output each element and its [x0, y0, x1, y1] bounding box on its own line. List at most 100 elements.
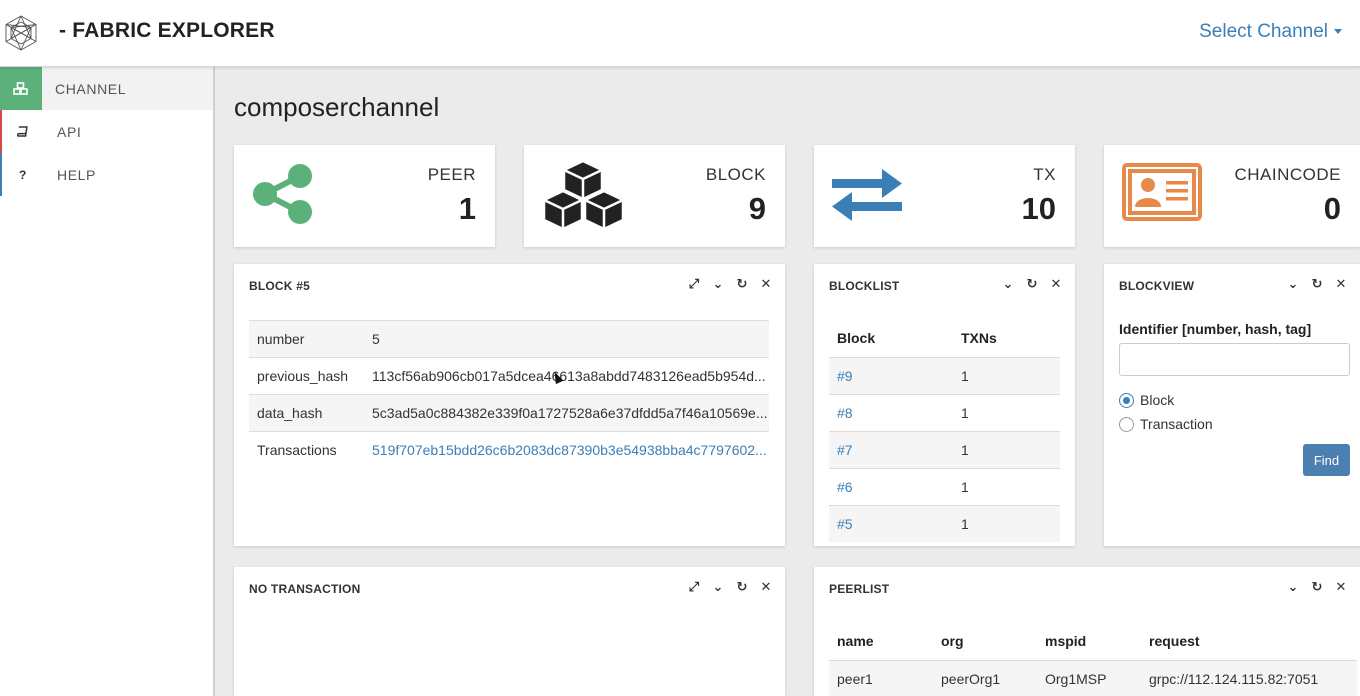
peer-request: grpc://112.124.115.82:7051: [1141, 659, 1357, 696]
block-link[interactable]: #6: [837, 479, 853, 495]
table-row: data_hash 5c3ad5a0c884382e339f0a1727528a…: [249, 394, 769, 432]
column-header-mspid: mspid: [1045, 633, 1087, 650]
transaction-panel: NO TRANSACTION ⤢ ⌄ ↻ ✕: [234, 567, 785, 696]
sidebar-item-channel[interactable]: CHANNEL: [0, 67, 213, 110]
sidebar-item-label: CHANNEL: [55, 80, 127, 97]
column-header-request: request: [1149, 633, 1200, 650]
close-icon[interactable]: ✕: [1334, 579, 1348, 595]
top-navbar: - FABRIC EXPLORER Select Channel: [0, 0, 1360, 67]
stat-card-peer: PEER 1: [234, 145, 495, 247]
panel-toolbar: ⌄ ↻ ✕: [1001, 276, 1063, 292]
chevron-down-icon[interactable]: ⌄: [711, 579, 725, 595]
column-header-org: org: [941, 633, 964, 650]
stat-label: BLOCK: [705, 165, 766, 184]
sidebar: CHANNEL API ? HELP: [0, 67, 215, 696]
close-icon[interactable]: ✕: [1334, 276, 1348, 292]
radio-checked-icon: [1119, 392, 1134, 408]
block-detail-table: number 5 previous_hash 113cf56ab906cb017…: [249, 320, 769, 469]
field-key: Transactions: [249, 431, 364, 469]
stat-value: 1: [458, 191, 476, 226]
txn-count: 1: [953, 504, 1060, 542]
refresh-icon[interactable]: ↻: [735, 276, 749, 292]
block-link[interactable]: #7: [837, 442, 853, 458]
table-row: #6 1: [829, 467, 1060, 505]
question-icon: ?: [19, 167, 27, 182]
stat-value: 10: [1021, 191, 1056, 226]
close-icon[interactable]: ✕: [1049, 276, 1063, 292]
stat-label: TX: [1033, 165, 1056, 184]
refresh-icon[interactable]: ↻: [1310, 276, 1324, 292]
panel-title: BLOCKVIEW: [1119, 279, 1195, 293]
peer-org: peerOrg1: [933, 659, 1037, 696]
column-header-block: Block: [837, 330, 876, 347]
blocklist-panel: BLOCKLIST ⌄ ↻ ✕ Block TXNs #9 1 #8 1 #7 …: [814, 264, 1075, 546]
field-key: data_hash: [249, 394, 364, 432]
field-value: 519f707eb15bdd26c6b2083dc87390b3e54938bb…: [364, 431, 769, 469]
page-title: composerchannel: [234, 92, 440, 122]
table-row: Transactions 519f707eb15bdd26c6b2083dc87…: [249, 431, 769, 469]
block-link[interactable]: #5: [837, 516, 853, 532]
panel-title: BLOCKLIST: [829, 279, 900, 293]
peerlist-table: name org mspid request peer1 peerOrg1 Or…: [829, 623, 1357, 696]
panel-title: PEERLIST: [829, 582, 890, 596]
refresh-icon[interactable]: ↻: [1025, 276, 1039, 292]
stat-label: CHAINCODE: [1234, 165, 1341, 184]
radio-label: Transaction: [1140, 416, 1213, 432]
panel-title: BLOCK #5: [249, 279, 310, 293]
identifier-input[interactable]: [1119, 343, 1350, 376]
panel-title: NO TRANSACTION: [249, 582, 361, 596]
transaction-link[interactable]: 519f707eb15bdd26c6b2083dc87390b3e54938bb…: [372, 442, 767, 458]
chevron-down-icon[interactable]: ⌄: [711, 276, 725, 292]
table-row: #8 1: [829, 393, 1060, 431]
column-header-txns: TXNs: [961, 330, 997, 347]
chevron-down-icon[interactable]: ⌄: [1286, 579, 1300, 595]
sidebar-item-label: HELP: [57, 166, 96, 183]
table-row: #7 1: [829, 430, 1060, 468]
radio-unchecked-icon: [1119, 416, 1134, 432]
exchange-arrows-icon: [832, 169, 902, 221]
stat-label: PEER: [427, 165, 476, 184]
block-link[interactable]: #8: [837, 405, 853, 421]
blocklist-table: Block TXNs #9 1 #8 1 #7 1 #6 1 #5 1: [829, 320, 1060, 542]
radio-label: Block: [1140, 392, 1175, 408]
panel-toolbar: ⌄ ↻ ✕: [1286, 579, 1348, 595]
hyperledger-logo-icon[interactable]: [2, 14, 40, 52]
peer-mspid: Org1MSP: [1037, 659, 1141, 696]
panel-toolbar: ⤢ ⌄ ↻ ✕: [687, 276, 773, 292]
find-button[interactable]: Find: [1303, 444, 1350, 476]
expand-icon[interactable]: ⤢: [687, 579, 701, 595]
share-icon: [253, 164, 312, 224]
blockview-panel: BLOCKVIEW ⌄ ↻ ✕ Identifier [number, hash…: [1104, 264, 1360, 546]
refresh-icon[interactable]: ↻: [1310, 579, 1324, 595]
chevron-down-icon[interactable]: ⌄: [1001, 276, 1015, 292]
refresh-icon[interactable]: ↻: [735, 579, 749, 595]
field-key: number: [249, 320, 364, 358]
txn-count: 1: [953, 393, 1060, 431]
field-value: 113cf56ab906cb017a5dcea46613a8abdd748312…: [364, 357, 769, 395]
radio-option-transaction[interactable]: Transaction: [1119, 416, 1213, 432]
stat-value: 0: [1323, 191, 1341, 226]
block-link[interactable]: #9: [837, 368, 853, 384]
expand-icon[interactable]: ⤢: [687, 276, 701, 292]
book-icon: [2, 110, 44, 153]
field-value: 5: [364, 320, 769, 358]
identifier-label: Identifier [number, hash, tag]: [1119, 321, 1312, 337]
close-icon[interactable]: ✕: [759, 276, 773, 292]
select-channel-dropdown[interactable]: Select Channel: [1199, 21, 1342, 43]
block-detail-panel: BLOCK #5 ⤢ ⌄ ↻ ✕ number 5 previous_hash …: [234, 264, 785, 546]
stat-card-chaincode: CHAINCODE 0: [1104, 145, 1360, 247]
table-row: peer1 peerOrg1 Org1MSP grpc://112.124.11…: [829, 659, 1357, 696]
stat-card-block: BLOCK 9: [524, 145, 785, 247]
close-icon[interactable]: ✕: [759, 579, 773, 595]
cubes-icon: [542, 159, 625, 229]
panel-toolbar: ⤢ ⌄ ↻ ✕: [687, 579, 773, 595]
sidebar-item-api[interactable]: API: [0, 110, 213, 153]
sidebar-item-label: API: [57, 123, 82, 140]
peerlist-panel: PEERLIST ⌄ ↻ ✕ name org mspid request pe…: [814, 567, 1360, 696]
txn-count: 1: [953, 430, 1060, 468]
table-header-row: name org mspid request: [829, 623, 1357, 660]
chevron-down-icon[interactable]: ⌄: [1286, 276, 1300, 292]
sidebar-item-help[interactable]: ? HELP: [0, 153, 213, 196]
radio-option-block[interactable]: Block: [1119, 392, 1174, 408]
table-header-row: Block TXNs: [829, 320, 1060, 357]
